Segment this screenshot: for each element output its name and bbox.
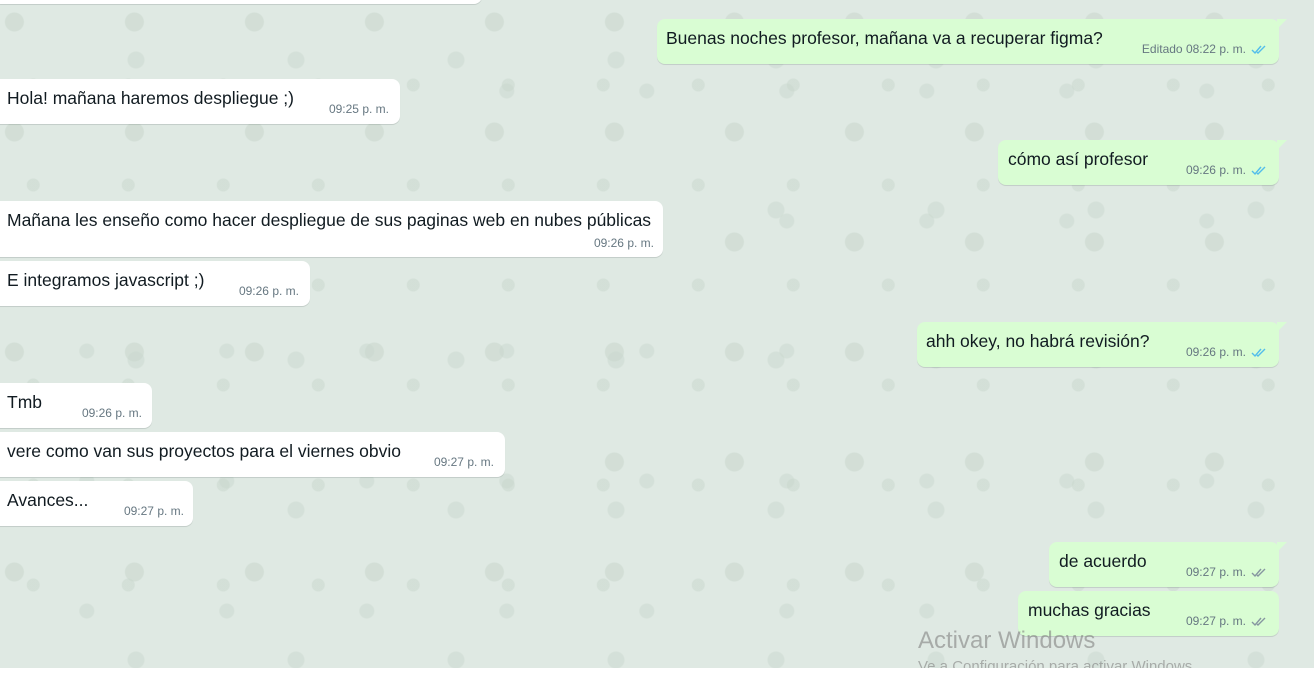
message-bubble-incoming[interactable]: Hola! mañana haremos despliegue ;) 09:25… <box>0 79 400 124</box>
message-text: Avances... <box>7 490 89 510</box>
message-time: 09:26 p. m. <box>238 284 299 298</box>
message-time: 09:26 p. m. <box>1185 163 1246 177</box>
watermark-title: Activar Windows <box>918 627 1096 654</box>
message-bubble-outgoing[interactable]: Buenas noches profesor, mañana va a recu… <box>657 19 1287 64</box>
message-time: 09:26 p. m. <box>81 406 142 420</box>
message-text: cómo así profesor <box>1008 149 1149 169</box>
double-check-read-icon <box>1251 44 1267 55</box>
message-text: Tmb <box>7 392 42 412</box>
message-time: 09:26 p. m. <box>593 236 654 250</box>
message-meta: 09:27 p. m. <box>1186 565 1267 579</box>
message-time: 09:26 p. m. <box>1185 345 1246 359</box>
message-text: Mañana les enseño como hacer despliegue … <box>7 210 652 230</box>
message-bubble-incoming[interactable]: E integramos javascript ;) 09:26 p. m. <box>0 261 310 306</box>
chat-area[interactable]: Buenas noches profesor, mañana va a recu… <box>0 0 1314 668</box>
bubble-tail <box>1277 542 1287 552</box>
bubble-tail <box>1277 19 1287 29</box>
message-text: vere como van sus proyectos para el vier… <box>7 441 401 461</box>
message-bubble-outgoing[interactable]: de acuerdo 09:27 p. m. <box>1049 542 1287 587</box>
message-bubble-outgoing[interactable]: cómo así profesor 09:26 p. m. <box>998 140 1287 185</box>
double-check-delivered-icon <box>1251 567 1267 578</box>
message-meta: 09:27 p. m. <box>124 504 184 518</box>
message-time: 09:25 p. m. <box>328 102 389 116</box>
message-text: Hola! mañana haremos despliegue ;) <box>7 88 294 108</box>
message-meta: 09:26 p. m. <box>82 406 142 420</box>
message-text: Buenas noches profesor, mañana va a recu… <box>666 28 1103 48</box>
message-time: 09:27 p. m. <box>1185 614 1246 628</box>
bubble-tail <box>1277 140 1287 150</box>
double-check-delivered-icon <box>1251 616 1267 627</box>
bottom-strip <box>0 668 1314 674</box>
message-meta: 09:26 p. m. <box>1186 345 1267 359</box>
edited-label: Editado <box>1141 42 1183 56</box>
message-time: 09:27 p. m. <box>433 455 494 469</box>
message-meta: 09:26 p. m. <box>1186 163 1267 177</box>
message-meta: 09:25 p. m. <box>329 102 389 116</box>
windows-activation-watermark: Activar Windows Ve a Configuración para … <box>918 627 1196 668</box>
message-bubble-outgoing[interactable]: ahh okey, no habrá revisión? 09:26 p. m. <box>917 322 1287 367</box>
message-bubble-incoming[interactable]: vere como van sus proyectos para el vier… <box>0 432 505 477</box>
previous-message-fragment <box>0 0 482 4</box>
watermark-subtitle: Ve a Configuración para activar Windows. <box>918 658 1197 668</box>
message-bubble-incoming[interactable]: Tmb 09:26 p. m. <box>0 383 152 428</box>
message-meta: Editado 08:22 p. m. <box>1142 42 1267 56</box>
message-time: 08:22 p. m. <box>1185 42 1246 56</box>
double-check-read-icon <box>1251 347 1267 358</box>
double-check-read-icon <box>1251 165 1267 176</box>
message-time: 09:27 p. m. <box>1185 565 1246 579</box>
message-text: de acuerdo <box>1059 551 1147 571</box>
message-meta: 09:27 p. m. <box>1186 614 1267 628</box>
message-text: muchas gracias <box>1028 600 1151 620</box>
message-bubble-incoming[interactable]: Avances... 09:27 p. m. <box>0 481 193 526</box>
message-time: 09:27 p. m. <box>123 504 184 518</box>
message-bubble-incoming[interactable]: Mañana les enseño como hacer despliegue … <box>0 201 663 257</box>
message-text: ahh okey, no habrá revisión? <box>926 331 1150 351</box>
bubble-tail <box>1277 322 1287 332</box>
message-meta: 09:26 p. m. <box>594 236 654 250</box>
message-meta: 09:27 p. m. <box>434 455 494 469</box>
message-meta: 09:26 p. m. <box>239 284 299 298</box>
message-text: E integramos javascript ;) <box>7 270 205 290</box>
